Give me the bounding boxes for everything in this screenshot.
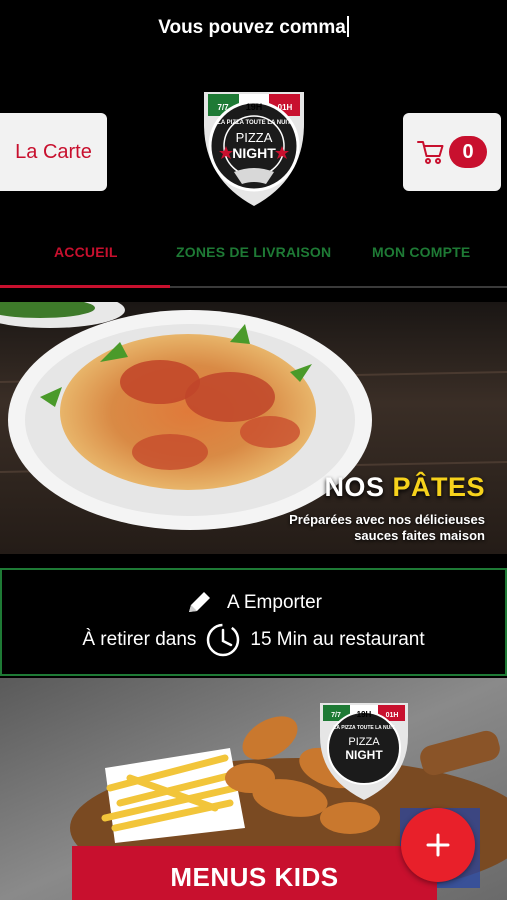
scrolling-announcement: Vous pouvez comma [0, 16, 507, 39]
text-caret [346, 16, 349, 37]
kids-menu-button[interactable]: MENUS KIDS [72, 846, 437, 900]
banner-title: NOS PÂTES [324, 472, 485, 503]
announcement-text: Vous pouvez comma [158, 17, 346, 38]
card-logo-left-text: 7/7 [331, 712, 341, 719]
active-tab-indicator [0, 285, 170, 288]
logo-top-text: 19H [246, 102, 263, 112]
cart-icon [417, 141, 444, 164]
logo-line1: PIZZA [236, 130, 273, 145]
cart-count-badge: 0 [449, 136, 487, 168]
tab-accueil[interactable]: ACCUEIL [54, 244, 118, 260]
clock-icon [207, 623, 240, 657]
pickup-suffix: 15 Min au restaurant [250, 629, 425, 650]
card-logo-top-text: 19H [357, 710, 372, 719]
tab-mon-compte[interactable]: MON COMPTE [372, 244, 470, 260]
main-tabs: ACCUEIL ZONES DE LIVRAISON MON COMPTE [0, 240, 507, 288]
pencil-icon[interactable] [185, 590, 213, 616]
banner-subtitle-line2: sauces faites maison [354, 528, 485, 543]
plus-icon [426, 833, 450, 857]
tab-zones-livraison[interactable]: ZONES DE LIVRAISON [176, 244, 331, 260]
card-logo-line1: PIZZA [348, 736, 380, 748]
order-mode-label: A Emporter [226, 592, 323, 613]
banner-subtitle-line1: Préparées avec nos délicieuses [289, 512, 485, 527]
pasta-banner[interactable]: NOS PÂTES Préparées avec nos délicieuses… [0, 302, 507, 554]
pizza-night-logo[interactable]: 19H 7/7 01H LA PIZZA TOUTE LA NUIT PIZZA… [196, 84, 312, 210]
card-logo-right-text: 01H [386, 712, 399, 719]
banner-title-part1: NOS [324, 472, 385, 502]
banner-subtitle: Préparées avec nos délicieuses sauces fa… [289, 512, 485, 544]
add-button[interactable] [401, 808, 475, 882]
logo-left-text: 7/7 [217, 103, 229, 112]
card-logo-line2: NIGHT [345, 748, 383, 762]
logo-line2: NIGHT [232, 145, 276, 161]
logo-ring-text: LA PIZZA TOUTE LA NUIT [217, 120, 291, 126]
menu-button[interactable]: La Carte [0, 113, 107, 191]
card-logo-ring-text: LA PIZZA TOUTE LA NUIT [333, 725, 394, 731]
pickup-prefix: À retirer dans [82, 629, 197, 650]
logo-right-text: 01H [278, 103, 293, 112]
banner-title-part2: PÂTES [392, 472, 485, 502]
cart-button[interactable]: 0 [403, 113, 501, 191]
order-mode-box[interactable]: A Emporter À retirer dans 15 Min au rest… [0, 568, 507, 676]
menu-button-label: La Carte [15, 140, 92, 163]
